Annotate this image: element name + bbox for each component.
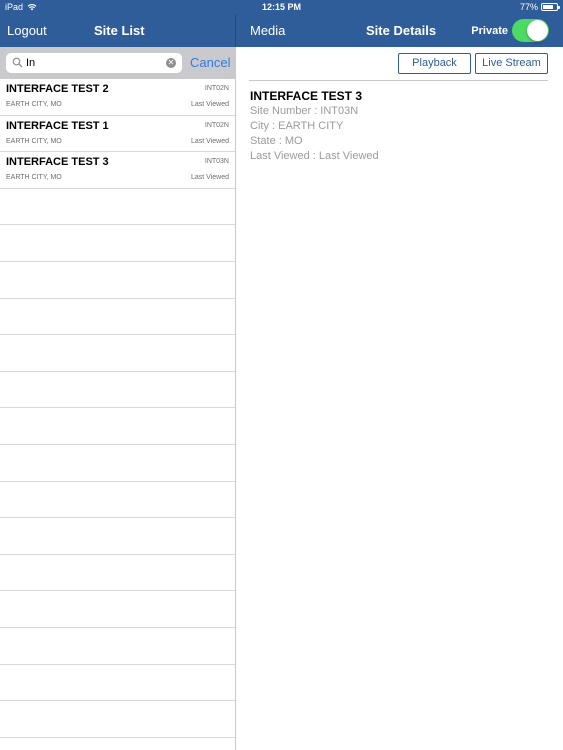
empty-row (0, 225, 235, 262)
live-stream-button[interactable]: Live Stream (475, 53, 548, 74)
site-location: EARTH CITY, MO (6, 137, 62, 145)
empty-row (0, 555, 235, 592)
empty-row (0, 299, 235, 336)
left-nav-bar: Logout Site List (0, 14, 235, 47)
detail-city: City : EARTH CITY (250, 120, 344, 132)
toggle-knob (527, 20, 548, 41)
detail-site-number: Site Number : INT03N (250, 105, 359, 117)
site-list-title: Site List (94, 23, 145, 38)
search-input[interactable] (26, 54, 164, 72)
site-last-viewed: Last Viewed (190, 174, 229, 182)
site-list: INTERFACE TEST 2 INT02N EARTH CITY, MO L… (0, 79, 235, 738)
battery-icon (541, 3, 560, 11)
empty-row (0, 701, 235, 738)
site-name: INTERFACE TEST 2 (6, 83, 109, 95)
empty-row (0, 335, 235, 372)
empty-row (0, 591, 235, 628)
site-row[interactable]: INTERFACE TEST 1 INT02N EARTH CITY, MO L… (0, 116, 235, 153)
empty-row (0, 518, 235, 555)
site-details-pane: Playback Live Stream INTERFACE TEST 3 Si… (236, 47, 563, 750)
status-bar: iPad 12:15 PM 77% (0, 0, 563, 14)
detail-state: State : MO (250, 135, 303, 147)
empty-row (0, 262, 235, 299)
media-button[interactable]: Media (250, 23, 285, 38)
private-label: Private (471, 25, 508, 37)
site-name: INTERFACE TEST 1 (6, 119, 109, 132)
detail-last-viewed: Last Viewed : Last Viewed (250, 150, 379, 162)
logout-button[interactable]: Logout (7, 23, 47, 38)
clock: 12:15 PM (261, 2, 302, 12)
site-row[interactable]: INTERFACE TEST 2 INT02N EARTH CITY, MO L… (0, 79, 235, 116)
empty-row (0, 445, 235, 482)
empty-row (0, 372, 235, 409)
detail-site-name: INTERFACE TEST 3 (250, 89, 363, 103)
clear-search-icon[interactable]: ✕ (166, 58, 176, 68)
empty-row (0, 189, 235, 226)
empty-row (0, 665, 235, 702)
search-field: ✕ (6, 53, 182, 73)
battery-fill (543, 5, 553, 9)
site-code: INT02N (204, 121, 229, 129)
playback-button[interactable]: Playback (398, 53, 471, 74)
site-last-viewed: Last Viewed (190, 137, 229, 145)
site-last-viewed: Last Viewed (190, 101, 229, 108)
empty-row (0, 482, 235, 519)
site-location: EARTH CITY, MO (6, 174, 62, 182)
site-row[interactable]: INTERFACE TEST 3 INT03N EARTH CITY, MO L… (0, 152, 235, 189)
search-icon (12, 57, 23, 68)
empty-row (0, 628, 235, 665)
site-code: INT03N (204, 158, 229, 166)
site-details-title: Site Details (366, 23, 437, 38)
site-code: INT02N (204, 85, 229, 92)
status-right: 77% (519, 2, 560, 12)
private-toggle[interactable] (512, 19, 549, 42)
empty-row (0, 408, 235, 445)
site-name: INTERFACE TEST 3 (6, 156, 109, 169)
battery-percent: 77% (519, 2, 538, 12)
right-nav-bar: Media Site Details Private (236, 14, 563, 47)
site-list-pane: ✕ Cancel INTERFACE TEST 2 INT02N EARTH C… (0, 47, 235, 750)
cancel-button[interactable]: Cancel (190, 55, 230, 70)
details-divider (249, 80, 548, 81)
site-location: EARTH CITY, MO (6, 101, 62, 108)
search-bar: ✕ Cancel (0, 47, 235, 79)
